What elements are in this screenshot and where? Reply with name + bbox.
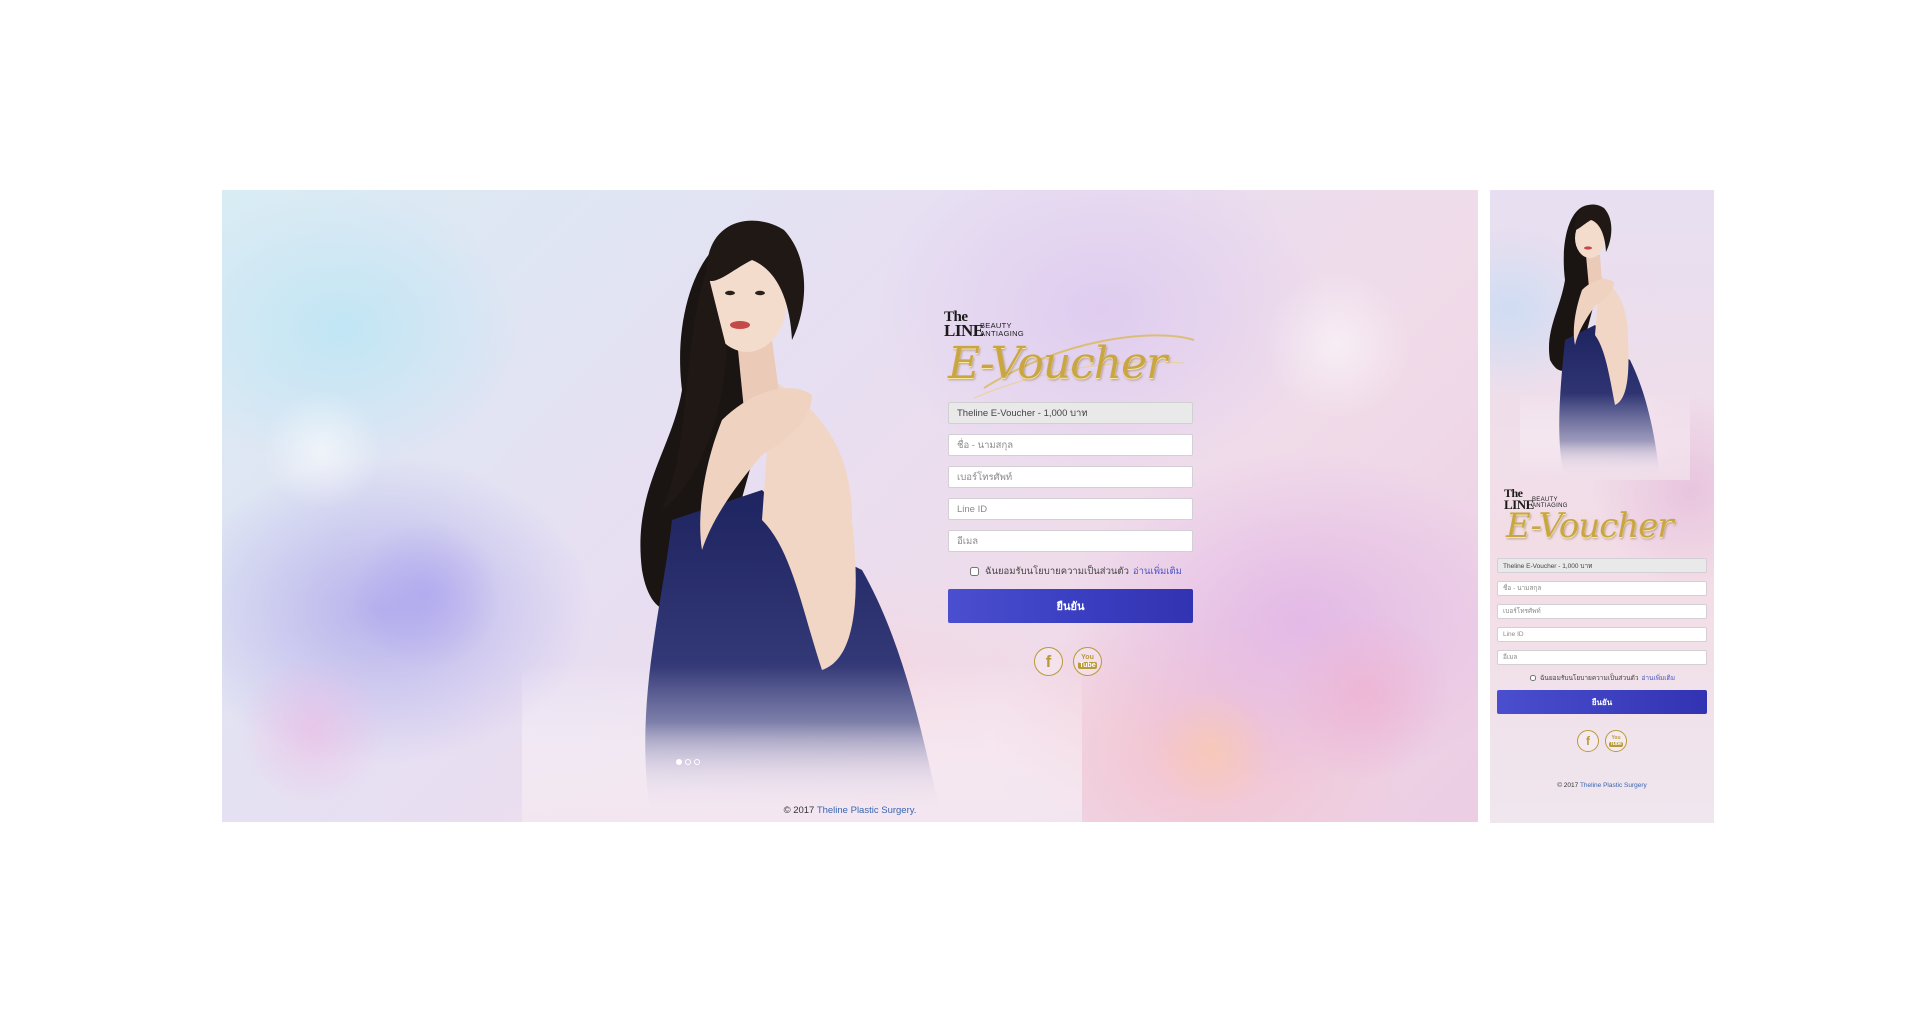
lineid-input[interactable] <box>1497 627 1707 642</box>
facebook-icon[interactable]: f <box>1034 647 1063 676</box>
carousel-dot-2[interactable] <box>685 759 691 765</box>
fullname-input[interactable] <box>948 434 1193 456</box>
social-links: f You Tube <box>1034 647 1194 676</box>
read-more-link[interactable]: อ่านเพิ่มเติม <box>1133 564 1182 579</box>
youtube-icon[interactable]: You Tube <box>1073 647 1102 676</box>
youtube-you-text: You <box>1081 654 1094 661</box>
model-photo-mobile <box>1520 190 1690 480</box>
privacy-consent: ฉันยอมรับนโยบายความเป็นส่วนตัว อ่านเพิ่ม… <box>1530 673 1708 683</box>
privacy-consent-label: ฉันยอมรับนโยบายความเป็นส่วนตัว <box>1540 675 1639 682</box>
evoucher-title: E-Voucher <box>948 338 1167 389</box>
phone-input[interactable] <box>1497 604 1707 619</box>
facebook-icon[interactable]: f <box>1577 730 1599 752</box>
lineid-input[interactable] <box>948 498 1193 520</box>
read-more-link[interactable]: อ่านเพิ่มเติม <box>1641 673 1675 683</box>
voucher-form-mobile: The LINE BEAUTYANTIAGING E-Voucher ฉันยอ… <box>1496 487 1708 789</box>
phone-input[interactable] <box>948 466 1193 488</box>
brand-logo-mobile: The LINE BEAUTY ANTIAGING E-Voucher <box>1496 487 1708 558</box>
bokeh-light <box>232 660 392 800</box>
privacy-checkbox[interactable] <box>970 567 979 576</box>
desktop-preview: The LINE BEAUTYANTIAGING E-Voucher ฉันยอ… <box>222 190 1478 822</box>
bokeh-light <box>1152 690 1272 810</box>
bokeh-light <box>1262 270 1412 420</box>
carousel-indicators <box>676 759 700 765</box>
privacy-consent-label: ฉันยอมรับนโยบายความเป็นส่วนตัว <box>985 566 1129 577</box>
youtube-tube-text: Tube <box>1609 740 1623 747</box>
youtube-glyph: You Tube <box>1078 654 1097 669</box>
youtube-you-text: You <box>1611 734 1621 741</box>
submit-button[interactable]: ยืนยัน <box>1497 690 1707 714</box>
footer-company-link[interactable]: Theline Plastic Surgery <box>1580 782 1647 789</box>
bokeh-light <box>262 390 382 510</box>
voucher-form: The LINE BEAUTYANTIAGING E-Voucher ฉันยอ… <box>944 310 1195 676</box>
carousel-dot-1[interactable] <box>676 759 682 765</box>
facebook-glyph: f <box>1586 734 1590 748</box>
mobile-preview: The LINE BEAUTYANTIAGING E-Voucher ฉันยอ… <box>1490 190 1714 823</box>
privacy-consent: ฉันยอมรับนโยบายความเป็นส่วนตัว อ่านเพิ่ม… <box>970 564 1194 579</box>
email-input[interactable] <box>1497 650 1707 665</box>
youtube-icon[interactable]: You Tube <box>1605 730 1627 752</box>
youtube-tube-text: Tube <box>1078 662 1097 669</box>
submit-button[interactable]: ยืนยัน <box>948 589 1193 623</box>
bokeh-light <box>1282 610 1452 780</box>
brand-logo: The LINE BEAUTY ANTIAGING E-Voucher <box>944 310 1195 402</box>
footer: © 2017 Theline Plastic Surgery. <box>222 805 1478 816</box>
youtube-glyph: You Tube <box>1609 734 1623 747</box>
carousel-dot-3[interactable] <box>694 759 700 765</box>
social-links: f You Tube <box>1577 730 1708 752</box>
copyright-text: © 2017 <box>1557 782 1579 789</box>
footer: © 2017 Theline Plastic Surgery <box>1496 782 1708 789</box>
voucher-select-field[interactable] <box>1497 558 1707 573</box>
fullname-input[interactable] <box>1497 581 1707 596</box>
evoucher-title: E-Voucher <box>1506 506 1674 546</box>
copyright-text: © 2017 <box>783 805 815 816</box>
footer-company-link[interactable]: Theline Plastic Surgery. <box>817 805 917 816</box>
email-input[interactable] <box>948 530 1193 552</box>
bokeh-light <box>352 520 502 670</box>
privacy-checkbox[interactable] <box>1530 675 1536 681</box>
facebook-glyph: f <box>1045 652 1052 671</box>
